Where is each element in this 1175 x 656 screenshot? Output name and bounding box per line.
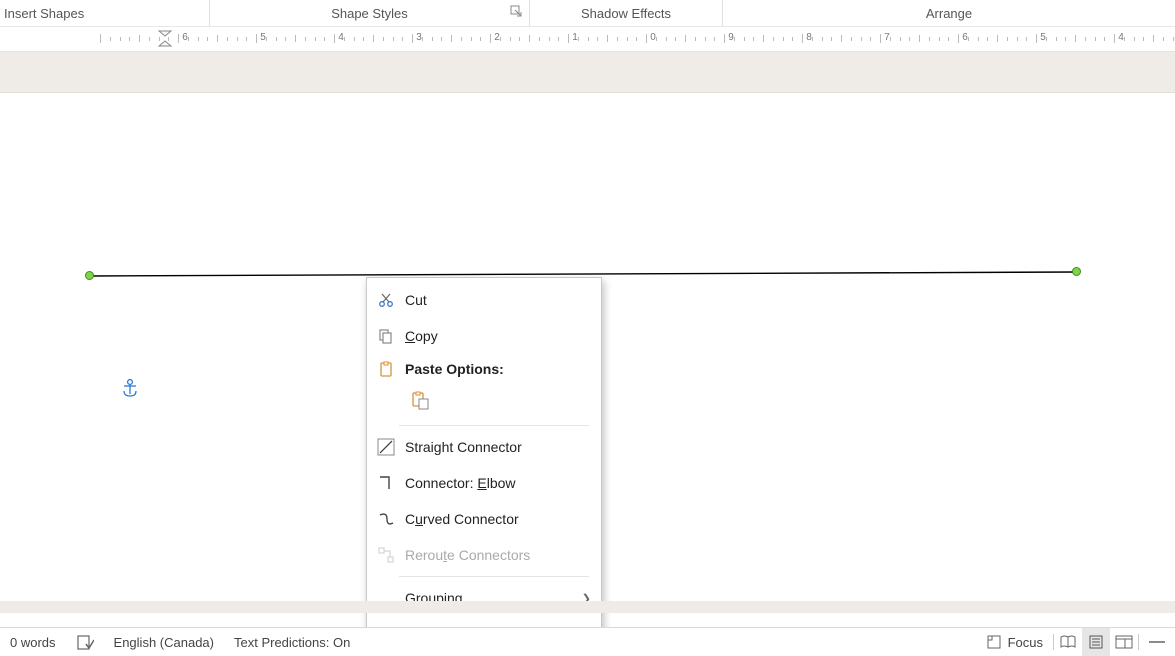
status-language[interactable]: English (Canada): [104, 628, 224, 656]
status-text-predictions[interactable]: Text Predictions: On: [224, 628, 360, 656]
status-bar: 0 words English (Canada) Text Prediction…: [0, 627, 1175, 656]
ribbon-group-label: Arrange: [926, 6, 972, 21]
view-read-mode[interactable]: [1054, 628, 1082, 656]
menu-label: Straight Connector: [405, 439, 591, 455]
ribbon-group-insert-shapes[interactable]: Insert Shapes: [0, 0, 210, 26]
paste-options-row: [367, 384, 601, 422]
view-print-layout[interactable]: [1082, 628, 1110, 656]
ribbon-group-shadow-effects[interactable]: Shadow Effects: [530, 0, 723, 26]
dialog-launcher-icon[interactable]: [510, 5, 523, 18]
web-layout-icon: [1115, 634, 1133, 650]
cut-icon: [377, 292, 395, 308]
ribbon-group-label: Shape Styles: [331, 6, 408, 21]
menu-label: Paste Options:: [405, 361, 591, 377]
menu-label: Curved Connector: [405, 511, 591, 527]
menu-item-straight-connector[interactable]: Straight Connector: [367, 429, 601, 465]
status-word-count[interactable]: 0 words: [0, 628, 66, 656]
menu-item-curved-connector[interactable]: Curved Connector: [367, 501, 601, 537]
menu-label: Copy: [405, 328, 591, 344]
menu-separator: [399, 425, 589, 426]
object-anchor-icon: [121, 379, 139, 399]
page-bottom-margin: [0, 601, 1175, 613]
print-layout-icon: [1088, 634, 1104, 650]
menu-header-paste-options: Paste Options:: [367, 354, 601, 384]
horizontal-ruler[interactable]: 6 5 4 3 2 1 0 9 8 7 6 5 4: [0, 27, 1175, 52]
view-web-layout[interactable]: [1110, 628, 1138, 656]
menu-label: Reroute Connectors: [405, 547, 591, 563]
focus-icon: [986, 634, 1002, 650]
minus-icon: [1147, 640, 1167, 644]
menu-item-reroute-connectors: Reroute Connectors: [367, 537, 601, 573]
ribbon-group-shape-styles[interactable]: Shape Styles: [210, 0, 530, 26]
menu-label: Cut: [405, 292, 591, 308]
document-canvas[interactable]: Cut Copy Paste Options: Straight Connect…: [0, 93, 1175, 613]
reroute-icon: [377, 546, 395, 564]
straight-connector-icon: [377, 438, 395, 456]
page-margin-area: [0, 52, 1175, 93]
menu-item-copy[interactable]: Copy: [367, 318, 601, 354]
zoom-out[interactable]: [1139, 628, 1175, 656]
paste-keep-source-button[interactable]: [405, 386, 435, 416]
ribbon-group-label: Shadow Effects: [581, 6, 671, 21]
status-focus-mode[interactable]: Focus: [976, 628, 1053, 656]
menu-separator: [399, 576, 589, 577]
menu-item-cut[interactable]: Cut: [367, 282, 601, 318]
status-spellcheck[interactable]: [66, 628, 104, 656]
paste-icon: [377, 361, 395, 377]
context-menu: Cut Copy Paste Options: Straight Connect…: [366, 277, 602, 656]
selection-handle-start[interactable]: [85, 271, 94, 280]
read-mode-icon: [1059, 634, 1077, 650]
spellcheck-icon: [76, 633, 94, 651]
copy-icon: [377, 328, 395, 344]
ribbon-group-labels: Insert Shapes Shape Styles Shadow Effect…: [0, 0, 1175, 27]
menu-item-elbow-connector[interactable]: Connector: Elbow: [367, 465, 601, 501]
elbow-connector-icon: [377, 474, 395, 492]
ribbon-group-label: Insert Shapes: [4, 6, 84, 21]
selection-handle-end[interactable]: [1072, 267, 1081, 276]
curved-connector-icon: [377, 510, 395, 528]
ribbon-group-arrange[interactable]: Arrange: [723, 0, 1175, 26]
menu-label: Connector: Elbow: [405, 475, 591, 491]
